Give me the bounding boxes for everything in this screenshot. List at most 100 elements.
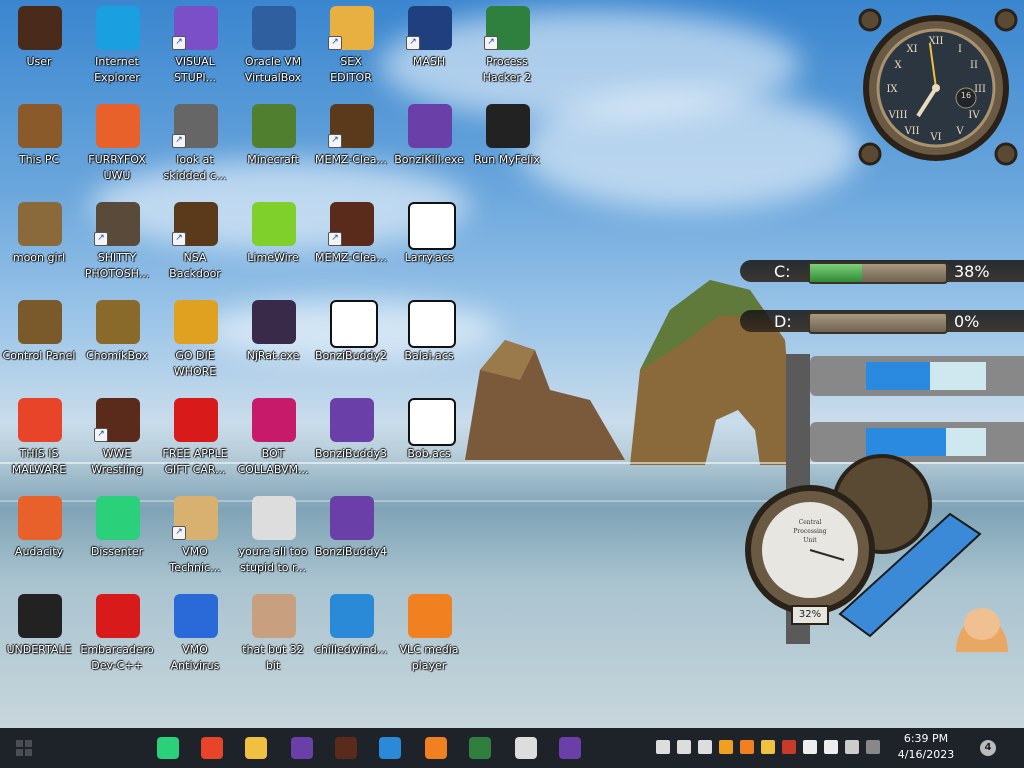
- clock-time[interactable]: 6:39 PM: [886, 732, 966, 745]
- clock-date[interactable]: 4/16/2023: [886, 748, 966, 761]
- search-tray-icon[interactable]: [719, 740, 733, 754]
- desktop-shortcut[interactable]: ↗ SHITTY PHOTOSH...: [78, 198, 156, 284]
- desktop-shortcut[interactable]: BonziKill.exe: [390, 100, 468, 186]
- taskbar-app-button[interactable]: [288, 734, 316, 762]
- desktop-shortcut[interactable]: LimeWire: [234, 198, 312, 284]
- desktop-shortcut[interactable]: FREE APPLE GIFT CAR...: [156, 394, 234, 480]
- desktop-shortcut[interactable]: FURRYFOX UWU: [78, 100, 156, 186]
- desktop-shortcut[interactable]: Audacity: [0, 492, 78, 578]
- hat-tray-icon[interactable]: [761, 740, 775, 754]
- desktop-shortcut[interactable]: BOT COLLABVM...: [234, 394, 312, 480]
- svg-text:VI: VI: [929, 132, 941, 143]
- drop-icon[interactable]: [803, 740, 817, 754]
- desktop-shortcut-label: Bob.acs: [407, 447, 451, 460]
- portrait-icon: [252, 594, 296, 638]
- taskbar: 6:39 PM 4/16/2023 4: [0, 728, 1024, 768]
- taskbar-app-button[interactable]: [512, 734, 540, 762]
- desktop-shortcut[interactable]: Bob.acs: [390, 394, 468, 480]
- desktop-shortcut[interactable]: VMO Antivirus: [156, 590, 234, 676]
- desktop-shortcut[interactable]: Balai.acs: [390, 296, 468, 382]
- desktop-shortcut-label: look at skidded c...: [163, 153, 227, 182]
- desktop-shortcut[interactable]: ↗ MEMZ-Clea...: [312, 198, 390, 284]
- desktop-shortcut[interactable]: ↗ SEX EDITOR: [312, 2, 390, 88]
- desktop-shortcut-label: BonziBuddy4: [314, 545, 388, 558]
- cpu-gauge-title: Central Processing Unit: [793, 519, 827, 544]
- desktop-shortcut-label: VLC media player: [399, 643, 459, 672]
- desktop-shortcut-label: NjRat.exe: [246, 349, 300, 362]
- cat-icon: [515, 737, 537, 759]
- memz-icon: [335, 737, 357, 759]
- steampunk-clock-widget[interactable]: XII III VI IX I II IV V VII VIII X XI 16: [848, 6, 1018, 166]
- audacity-icon: [18, 496, 62, 540]
- 7z-archive-icon: [408, 398, 456, 446]
- desktop-shortcut[interactable]: Larry.acs: [390, 198, 468, 284]
- desktop-shortcut[interactable]: THIS IS MALWARE: [0, 394, 78, 480]
- taskbar-app-button[interactable]: [556, 734, 584, 762]
- network-icon[interactable]: [677, 740, 691, 754]
- desktop-shortcut[interactable]: BonziBuddy3: [312, 394, 390, 480]
- desktop-shortcut[interactable]: Dissenter: [78, 492, 156, 578]
- cat-tray-icon[interactable]: [656, 740, 670, 754]
- taskbar-app-button[interactable]: [242, 734, 270, 762]
- desktop-shortcut[interactable]: ↗ WWE Wrestling: [78, 394, 156, 480]
- java-icon[interactable]: [740, 740, 754, 754]
- taskbar-app-button[interactable]: [154, 734, 182, 762]
- desktop-shortcut[interactable]: ↗ MASH: [390, 2, 468, 88]
- taskbar-app-button[interactable]: [376, 734, 404, 762]
- desktop-shortcut[interactable]: ↗ Process Hacker 2: [468, 2, 546, 88]
- shortcut-arrow-icon: ↗: [172, 36, 186, 50]
- desktop-shortcut[interactable]: VLC media player: [390, 590, 468, 676]
- skull-icon: [252, 300, 296, 344]
- desktop-shortcut[interactable]: that but 32 bit: [234, 590, 312, 676]
- qr-icon[interactable]: [845, 740, 859, 754]
- onedrive-icon[interactable]: [824, 740, 838, 754]
- desktop-shortcut[interactable]: Internet Explorer: [78, 2, 156, 88]
- desktop-shortcut[interactable]: Oracle VM VirtualBox: [234, 2, 312, 88]
- desktop-shortcut[interactable]: Embarcadero Dev-C++: [78, 590, 156, 676]
- pen-icon[interactable]: [866, 740, 880, 754]
- desktop-shortcut[interactable]: ↗ MEMZ-Clea...: [312, 100, 390, 186]
- desktop-shortcut[interactable]: chilledwind...: [312, 590, 390, 676]
- apple-icon: [174, 398, 218, 442]
- desktop-shortcut[interactable]: youre all too stupid to r...: [234, 492, 312, 578]
- desktop-shortcut-label: GO DIE WHORE: [173, 349, 217, 378]
- desktop-shortcut[interactable]: ChomikBox: [78, 296, 156, 382]
- shortcut-arrow-icon: ↗: [328, 36, 342, 50]
- taskbar-app-button[interactable]: [332, 734, 360, 762]
- svg-text:VII: VII: [903, 126, 919, 137]
- desktop-shortcut[interactable]: ↗ VMO Technic...: [156, 492, 234, 578]
- desktop-shortcut[interactable]: This PC: [0, 100, 78, 186]
- desktop-shortcut[interactable]: Run MyFelix: [468, 100, 546, 186]
- desktop-shortcut-label: BonziBuddy2: [314, 349, 388, 362]
- virtualbox-icon: [252, 6, 296, 50]
- desktop-shortcut-label: that but 32 bit: [242, 643, 304, 672]
- taskbar-app-button[interactable]: [466, 734, 494, 762]
- taskbar-app-button[interactable]: [422, 734, 450, 762]
- desktop-shortcut[interactable]: UNDERTALE: [0, 590, 78, 676]
- desktop[interactable]: User Internet Explorer ↗ VISUAL STUPI... Ora…: [0, 0, 1024, 728]
- desktop-shortcut[interactable]: NjRat.exe: [234, 296, 312, 382]
- desktop-shortcut-label: FREE APPLE GIFT CAR...: [162, 447, 228, 476]
- notification-center-button[interactable]: 4: [980, 740, 996, 756]
- chomikbox-icon: [96, 300, 140, 344]
- desktop-shortcut[interactable]: User: [0, 2, 78, 88]
- desktop-shortcut[interactable]: BonziBuddy2: [312, 296, 390, 382]
- desktop-shortcut[interactable]: ↗ NSA Backdoor: [156, 198, 234, 284]
- desktop-shortcut[interactable]: ↗ VISUAL STUPI...: [156, 2, 234, 88]
- desktop-shortcut[interactable]: BonziBuddy4: [312, 492, 390, 578]
- drive-usage-percent: 38%: [954, 262, 990, 281]
- start-button[interactable]: [10, 734, 38, 762]
- bottle-icon[interactable]: [782, 740, 796, 754]
- taskbar-app-button[interactable]: [198, 734, 226, 762]
- desktop-shortcut[interactable]: moon girl: [0, 198, 78, 284]
- lightbulb-icon: [18, 300, 62, 344]
- drive-usage-percent: 0%: [954, 312, 980, 331]
- desktop-shortcut[interactable]: ↗ look at skidded c...: [156, 100, 234, 186]
- desktop-shortcut[interactable]: GO DIE WHORE: [156, 296, 234, 382]
- firefox-icon: [96, 104, 140, 148]
- desktop-shortcut[interactable]: Control Panel: [0, 296, 78, 382]
- desktop-shortcut[interactable]: Minecraft: [234, 100, 312, 186]
- shortcut-arrow-icon: ↗: [172, 134, 186, 148]
- clock-day: 16: [960, 91, 972, 100]
- volume-muted-icon[interactable]: [698, 740, 712, 754]
